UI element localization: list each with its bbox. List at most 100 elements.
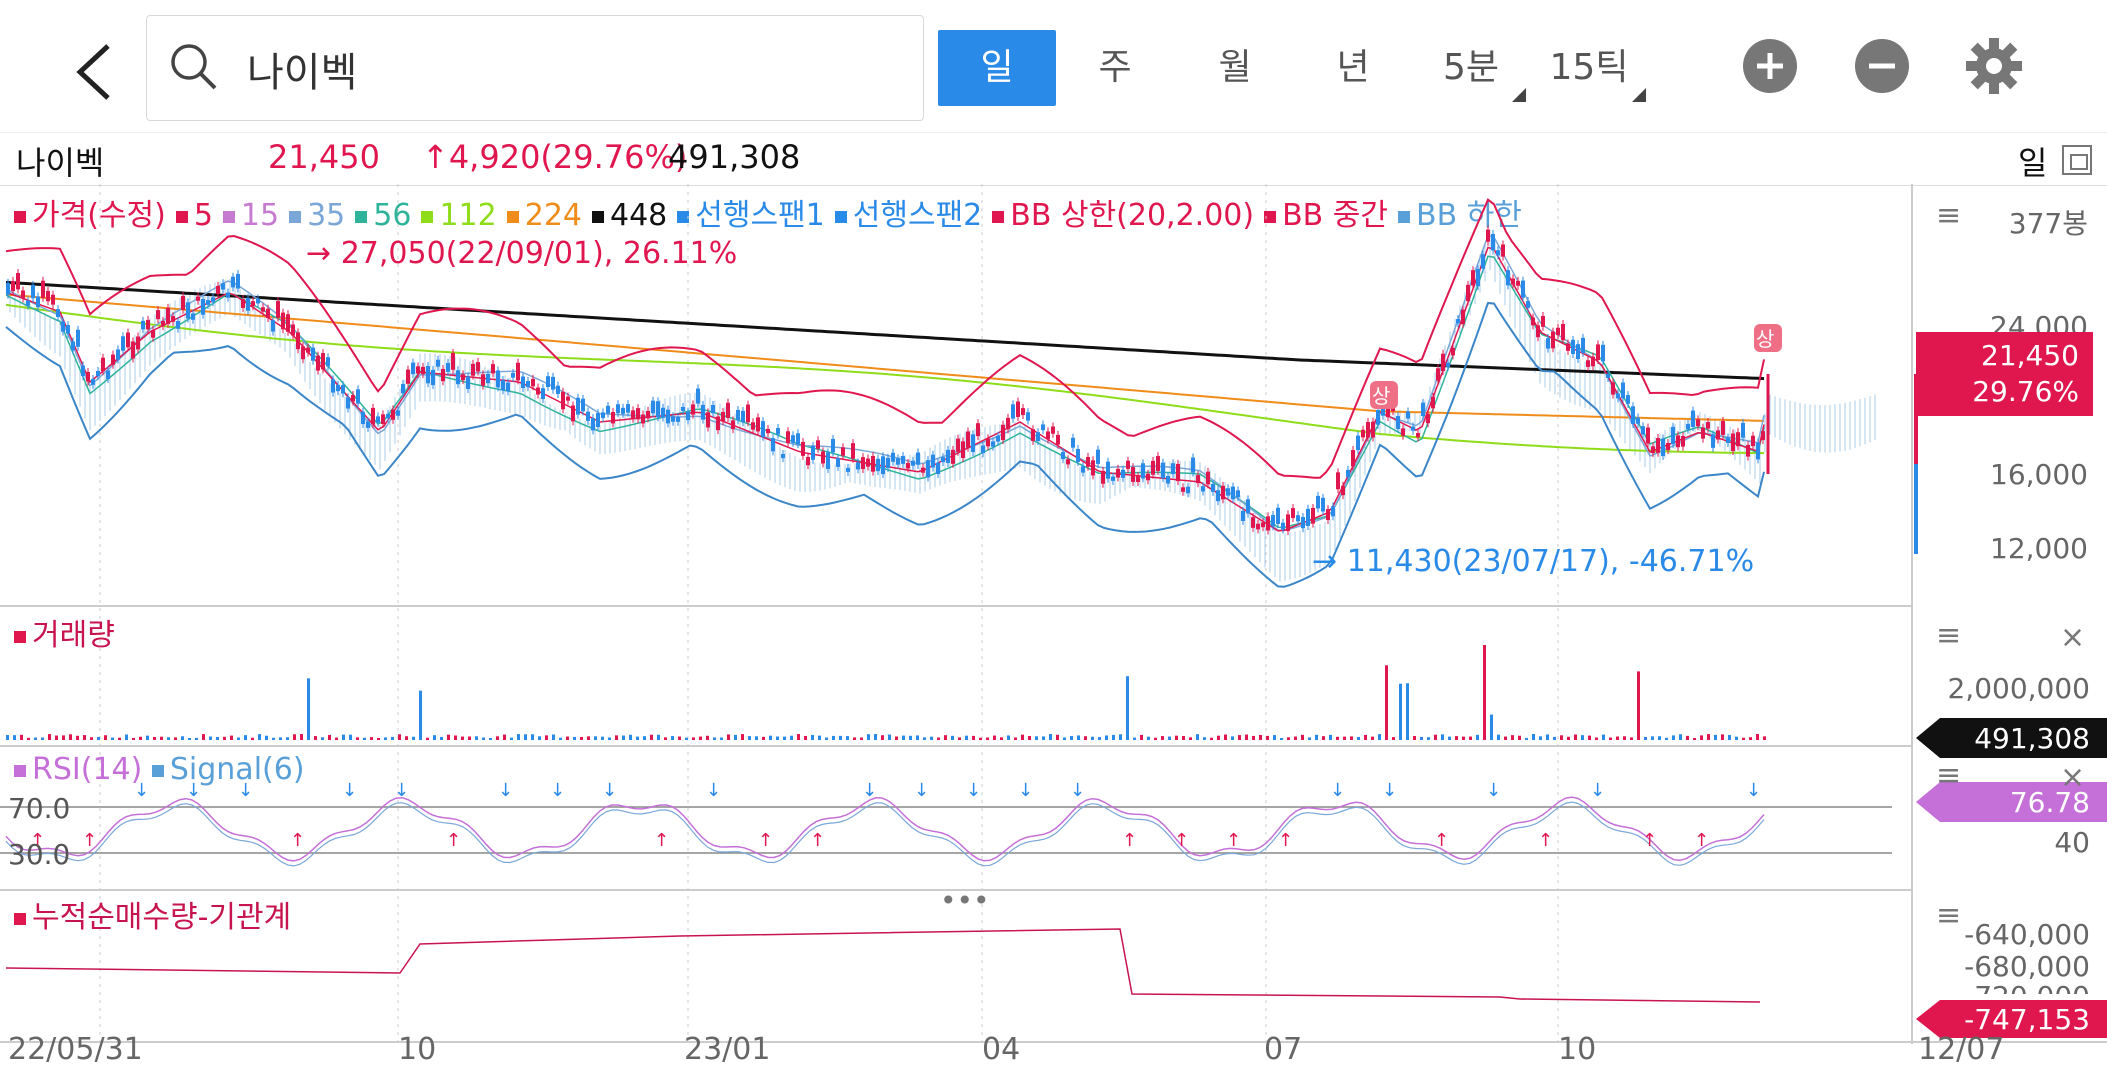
candle-body xyxy=(556,385,560,394)
candle-body xyxy=(1001,424,1005,441)
gear-icon[interactable] xyxy=(1964,36,2024,96)
candle-body xyxy=(146,319,150,330)
volume-bar xyxy=(1336,736,1339,740)
candle-body xyxy=(1711,434,1715,448)
candle-body xyxy=(616,404,620,414)
volume-bar xyxy=(503,734,506,740)
tab-15tick[interactable]: 15틱 xyxy=(1530,30,1648,106)
candle-body xyxy=(1156,456,1160,471)
candle-body xyxy=(866,458,870,467)
volume-bar xyxy=(461,736,464,740)
volume-bar xyxy=(300,734,303,740)
back-arrow-icon[interactable] xyxy=(70,42,120,102)
candle-body xyxy=(1511,278,1515,285)
candle-body xyxy=(586,411,590,421)
candle-body xyxy=(481,374,485,386)
dropdown-corner-icon xyxy=(1632,88,1646,102)
candle-body xyxy=(691,404,695,415)
volume-bar xyxy=(531,734,534,740)
candle-body xyxy=(696,388,700,404)
candle-body xyxy=(1126,460,1130,469)
candle-body xyxy=(1726,437,1730,443)
candle-body xyxy=(1421,402,1425,417)
volume-bar xyxy=(1749,737,1752,740)
volume-bar xyxy=(594,736,597,740)
candle-body xyxy=(856,462,860,470)
volume-bar xyxy=(1721,734,1724,740)
volume-bar xyxy=(1308,737,1311,740)
candle-body xyxy=(1226,488,1230,496)
candle-body xyxy=(466,376,470,389)
volume-bar xyxy=(1413,736,1416,740)
volume-bar xyxy=(1462,736,1465,740)
candle-body xyxy=(1591,356,1595,367)
candle-body xyxy=(1481,254,1485,269)
candle-body xyxy=(921,467,925,473)
candle-body xyxy=(1191,457,1195,473)
volume-bar xyxy=(1168,736,1171,740)
volume-bar xyxy=(1378,734,1381,740)
candle-body xyxy=(1346,469,1350,478)
candle-body xyxy=(1316,495,1320,509)
volume-bar xyxy=(1651,736,1654,740)
volume-bar xyxy=(1560,735,1563,740)
volume-bar xyxy=(34,737,37,740)
candle-body xyxy=(46,291,50,302)
zoom-out-icon[interactable] xyxy=(1854,38,1910,94)
expand-icon[interactable] xyxy=(2062,145,2092,175)
candle-body xyxy=(851,443,855,459)
chart-area[interactable]: 상상↑ ↑↓ ↓ ↓↑↓ ↓↑↓ ↓ ↓↑↓↑ ↑↓ ↓ ↓ ↓ ↓↑ ↑ ↑ ↑↓ ↓↑↓↑↓↑ ↑↓491,… xyxy=(0,184,2107,1080)
candle-body xyxy=(766,428,770,434)
candle-body xyxy=(1661,438,1665,457)
signal-arrow: ↑ xyxy=(1278,830,1293,851)
candle-body xyxy=(1561,323,1565,341)
panel-menu-icon[interactable]: ≡ xyxy=(1936,618,1961,653)
volume-bar xyxy=(202,734,205,740)
high-note-text: 27,050(22/09/01), 26.11% xyxy=(340,236,738,271)
badge-pct: 29.76% xyxy=(1972,375,2079,408)
search-box[interactable]: 나이벡 xyxy=(146,15,924,121)
candle-body xyxy=(621,407,625,414)
signal-arrow: ↓ xyxy=(602,780,617,801)
tab-week[interactable]: 주 xyxy=(1056,30,1174,106)
candle-body xyxy=(831,438,835,453)
panel-menu-icon[interactable]: ≡ xyxy=(1936,198,1961,233)
volume-bar xyxy=(1700,735,1703,740)
volume-bar xyxy=(356,737,359,740)
panel-menu-icon[interactable]: ≡ xyxy=(1936,758,1961,793)
candle-body xyxy=(1351,450,1355,467)
close-icon[interactable]: × xyxy=(2060,620,2085,655)
candle-body xyxy=(1356,435,1360,451)
candle-body xyxy=(1411,426,1415,431)
candle-body xyxy=(596,413,600,427)
candle-body xyxy=(1631,406,1635,424)
volume-bar xyxy=(244,735,247,740)
more-dots-icon[interactable]: ••• xyxy=(940,884,990,917)
tab-month[interactable]: 월 xyxy=(1176,30,1294,106)
zoom-in-icon[interactable] xyxy=(1742,38,1798,94)
candle-body xyxy=(1446,362,1450,368)
volume-bar xyxy=(1581,735,1584,740)
candle-body xyxy=(431,369,435,386)
inst-title-text: 누적순매수량-기관계 xyxy=(32,900,292,935)
candle-body xyxy=(1636,417,1640,424)
volume-bar xyxy=(1112,734,1115,740)
tab-year[interactable]: 년 xyxy=(1294,30,1412,106)
tab-day[interactable]: 일 xyxy=(938,30,1056,106)
volume-bar xyxy=(1420,736,1423,740)
close-icon[interactable]: × xyxy=(2060,760,2085,795)
candle-body xyxy=(31,284,35,299)
candle-body xyxy=(521,376,525,389)
volume-bar xyxy=(1539,736,1542,740)
y-tick-16000: 16,000 xyxy=(1990,458,2088,491)
volume-bar xyxy=(692,737,695,740)
search-input[interactable]: 나이벡 xyxy=(247,40,357,98)
candle-body xyxy=(1046,431,1050,440)
badge-price: 21,450 xyxy=(1981,339,2079,372)
volume-bar xyxy=(741,734,744,740)
volume-bar xyxy=(1042,736,1045,740)
volume-bar xyxy=(1343,736,1346,740)
volume-bar xyxy=(104,735,107,740)
volume-bar xyxy=(454,735,457,740)
volume-bar xyxy=(1098,737,1101,740)
